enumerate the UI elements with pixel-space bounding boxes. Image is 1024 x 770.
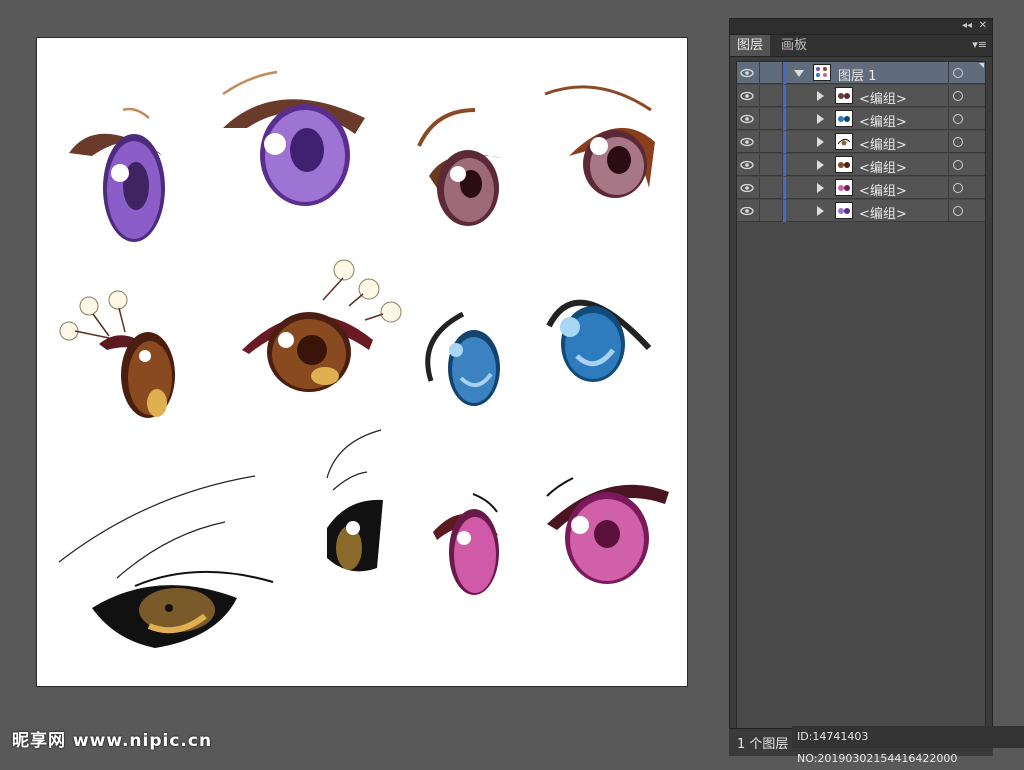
row-separator (948, 177, 949, 199)
target-circle-icon[interactable] (953, 160, 963, 170)
row-separator (948, 154, 949, 176)
lock-toggle[interactable] (759, 154, 783, 175)
watermark-logo: 昵享网 www.nipic.cn (12, 731, 213, 751)
group-thumbnail (835, 156, 853, 173)
visibility-eye-icon[interactable] (739, 88, 755, 104)
eye-mauve-1 (417, 108, 501, 226)
group-row-3[interactable]: <编组> (737, 131, 985, 153)
target-circle-icon[interactable] (953, 206, 963, 216)
layer-color-bar (783, 131, 786, 153)
eye-pink-2 (546, 477, 669, 584)
target-circle-icon[interactable] (953, 114, 963, 124)
eye-purple-2 (222, 70, 365, 206)
eye-brown-1 (59, 290, 177, 418)
group-thumbnail (835, 110, 853, 127)
artboard[interactable] (36, 37, 688, 687)
close-icon[interactable]: ✕ (979, 20, 987, 32)
target-circle-icon[interactable] (953, 91, 963, 101)
watermark-id: ID:14741403 NO:20190302154416422000 (792, 726, 1024, 765)
lock-toggle[interactable] (759, 85, 783, 106)
lock-toggle[interactable] (759, 62, 783, 83)
layer-color-bar (783, 85, 786, 107)
tab-artboards[interactable]: 画板 (774, 35, 814, 56)
group-thumbnail (835, 179, 853, 196)
group-thumbnail (835, 202, 853, 219)
row-separator (948, 108, 949, 130)
layer-thumbnail (813, 64, 831, 81)
row-separator (948, 200, 949, 222)
panel-title-bar: ◂◂ ✕ (730, 19, 992, 35)
expand-right-icon[interactable] (817, 160, 824, 170)
eye-blue-2 (546, 299, 652, 382)
layers-panel: ◂◂ ✕ 图层 画板 ▾≡ 图层 1 <编组> <编组> <编组> <编组> <… (729, 18, 993, 756)
layer-name[interactable]: 图层 1 (838, 65, 876, 84)
panel-tabs: 图层 画板 ▾≡ (730, 35, 992, 57)
expand-right-icon[interactable] (817, 114, 824, 124)
group-row-1[interactable]: <编组> (737, 85, 985, 107)
layer-color-bar (783, 177, 786, 199)
visibility-eye-icon[interactable] (739, 203, 755, 219)
lock-toggle[interactable] (759, 200, 783, 221)
lock-toggle[interactable] (759, 108, 783, 129)
layer-list: 图层 1 <编组> <编组> <编组> <编组> <编组> <编组> (736, 61, 986, 747)
group-thumbnail (835, 87, 853, 104)
selection-corner-icon (979, 63, 984, 68)
group-row-6[interactable]: <编组> (737, 200, 985, 222)
visibility-eye-icon[interactable] (739, 134, 755, 150)
collapse-icon[interactable]: ◂◂ (962, 20, 972, 32)
layer-color-bar (783, 62, 786, 84)
expand-right-icon[interactable] (817, 91, 824, 101)
row-separator (948, 62, 949, 84)
visibility-eye-icon[interactable] (739, 65, 755, 81)
group-name[interactable]: <编组> (859, 180, 907, 199)
layer-color-bar (783, 200, 786, 222)
expand-right-icon[interactable] (817, 137, 824, 147)
expand-down-icon[interactable] (794, 70, 804, 77)
panel-menu-icon[interactable]: ▾≡ (972, 38, 987, 51)
layer-color-bar (783, 154, 786, 176)
eye-pink-1 (433, 493, 499, 595)
target-circle-icon[interactable] (953, 68, 963, 78)
group-row-4[interactable]: <编组> (737, 154, 985, 176)
group-name[interactable]: <编组> (859, 88, 907, 107)
layer-color-bar (783, 108, 786, 130)
eye-blue-1 (425, 311, 500, 406)
group-row-5[interactable]: <编组> (737, 177, 985, 199)
group-row-2[interactable]: <编组> (737, 108, 985, 130)
target-circle-icon[interactable] (953, 183, 963, 193)
target-circle-icon[interactable] (953, 137, 963, 147)
row-separator (948, 85, 949, 107)
tab-layers[interactable]: 图层 (730, 35, 771, 56)
eye-purple-1 (69, 107, 165, 242)
layer-count: 1 个图层 (737, 737, 789, 752)
eye-illustrations (58, 70, 669, 648)
lock-toggle[interactable] (759, 177, 783, 198)
visibility-eye-icon[interactable] (739, 111, 755, 127)
eye-amber-small (326, 429, 383, 572)
eye-mauve-2 (544, 85, 655, 198)
group-name[interactable]: <编组> (859, 111, 907, 130)
eye-amber-sketch (58, 475, 274, 648)
expand-right-icon[interactable] (817, 206, 824, 216)
expand-right-icon[interactable] (817, 183, 824, 193)
group-thumbnail (835, 133, 853, 150)
row-separator (948, 131, 949, 153)
eye-brown-2 (242, 259, 402, 392)
group-name[interactable]: <编组> (859, 157, 907, 176)
lock-toggle[interactable] (759, 131, 783, 152)
layer-row-top[interactable]: 图层 1 (737, 62, 985, 84)
group-name[interactable]: <编组> (859, 134, 907, 153)
visibility-eye-icon[interactable] (739, 180, 755, 196)
group-name[interactable]: <编组> (859, 203, 907, 222)
visibility-eye-icon[interactable] (739, 157, 755, 173)
